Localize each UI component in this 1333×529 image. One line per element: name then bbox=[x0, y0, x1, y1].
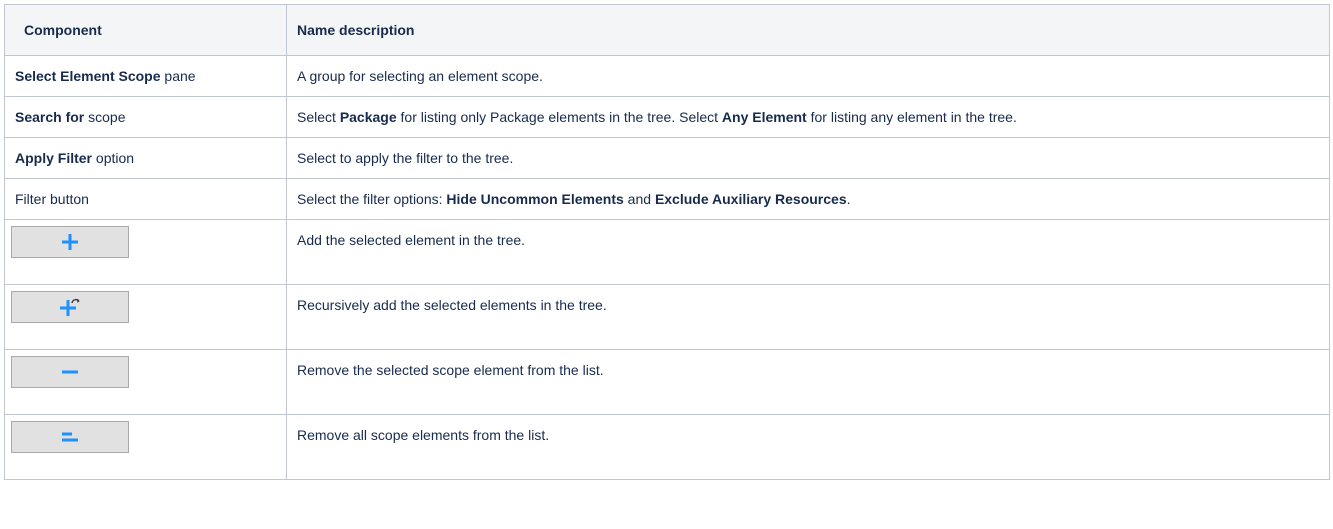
description-cell: Select the filter options: Hide Uncommon… bbox=[286, 178, 1330, 220]
table-row: Select Element Scope pane A group for se… bbox=[4, 55, 1330, 97]
description-text: and bbox=[623, 191, 655, 207]
description-bold: Hide Uncommon Elements bbox=[446, 191, 624, 207]
description-cell: A group for selecting an element scope. bbox=[286, 55, 1330, 97]
table-row: Recursively add the selected elements in… bbox=[4, 284, 1330, 350]
remove-button-image bbox=[11, 356, 129, 388]
component-cell: Apply Filter option bbox=[4, 137, 287, 179]
table-row: Search for scope Select Package for list… bbox=[4, 96, 1330, 138]
recursive-add-button-image bbox=[11, 291, 129, 323]
plus-icon bbox=[62, 234, 78, 250]
component-cell: Select Element Scope pane bbox=[4, 55, 287, 97]
description-cell: Remove the selected scope element from t… bbox=[286, 349, 1330, 415]
remove-all-button-image bbox=[11, 421, 129, 453]
component-cell: Search for scope bbox=[4, 96, 287, 138]
recursive-add-icon bbox=[60, 298, 80, 316]
minus-icon bbox=[62, 370, 78, 374]
component-name-bold: Select Element Scope bbox=[15, 68, 161, 84]
component-name-bold: Apply Filter bbox=[15, 150, 93, 166]
component-cell bbox=[4, 414, 287, 480]
component-name-suffix: pane bbox=[160, 68, 196, 84]
component-name-suffix: option bbox=[92, 150, 135, 166]
table-row: Remove all scope elements from the list. bbox=[4, 414, 1330, 480]
header-description: Name description bbox=[286, 4, 1330, 56]
component-name-bold: Search for bbox=[15, 109, 85, 125]
description-cell: Add the selected element in the tree. bbox=[286, 219, 1330, 285]
description-text: Select the filter options: bbox=[297, 191, 447, 207]
description-cell: Recursively add the selected elements in… bbox=[286, 284, 1330, 350]
description-cell: Select to apply the filter to the tree. bbox=[286, 137, 1330, 179]
component-cell bbox=[4, 284, 287, 350]
table-row: Remove the selected scope element from t… bbox=[4, 349, 1330, 415]
table-row: Apply Filter option Select to apply the … bbox=[4, 137, 1330, 179]
description-text: for listing only Package elements in the… bbox=[396, 109, 722, 125]
description-cell: Select Package for listing only Package … bbox=[286, 96, 1330, 138]
description-text: Select bbox=[297, 109, 340, 125]
description-bold: Package bbox=[339, 109, 397, 125]
header-component: Component bbox=[4, 4, 287, 56]
description-text: for listing any element in the tree. bbox=[806, 109, 1017, 125]
add-button-image bbox=[11, 226, 129, 258]
component-cell bbox=[4, 219, 287, 285]
description-cell: Remove all scope elements from the list. bbox=[286, 414, 1330, 480]
component-cell bbox=[4, 349, 287, 415]
remove-all-icon bbox=[62, 432, 78, 442]
table-row: Filter button Select the filter options:… bbox=[4, 178, 1330, 220]
component-cell: Filter button bbox=[4, 178, 287, 220]
description-text: . bbox=[846, 191, 851, 207]
description-bold: Any Element bbox=[721, 109, 807, 125]
component-table: Component Name description Select Elemen… bbox=[4, 4, 1330, 480]
table-row: Add the selected element in the tree. bbox=[4, 219, 1330, 285]
component-name-suffix: scope bbox=[84, 109, 126, 125]
description-bold: Exclude Auxiliary Resources bbox=[654, 191, 847, 207]
table-header-row: Component Name description bbox=[4, 4, 1330, 56]
